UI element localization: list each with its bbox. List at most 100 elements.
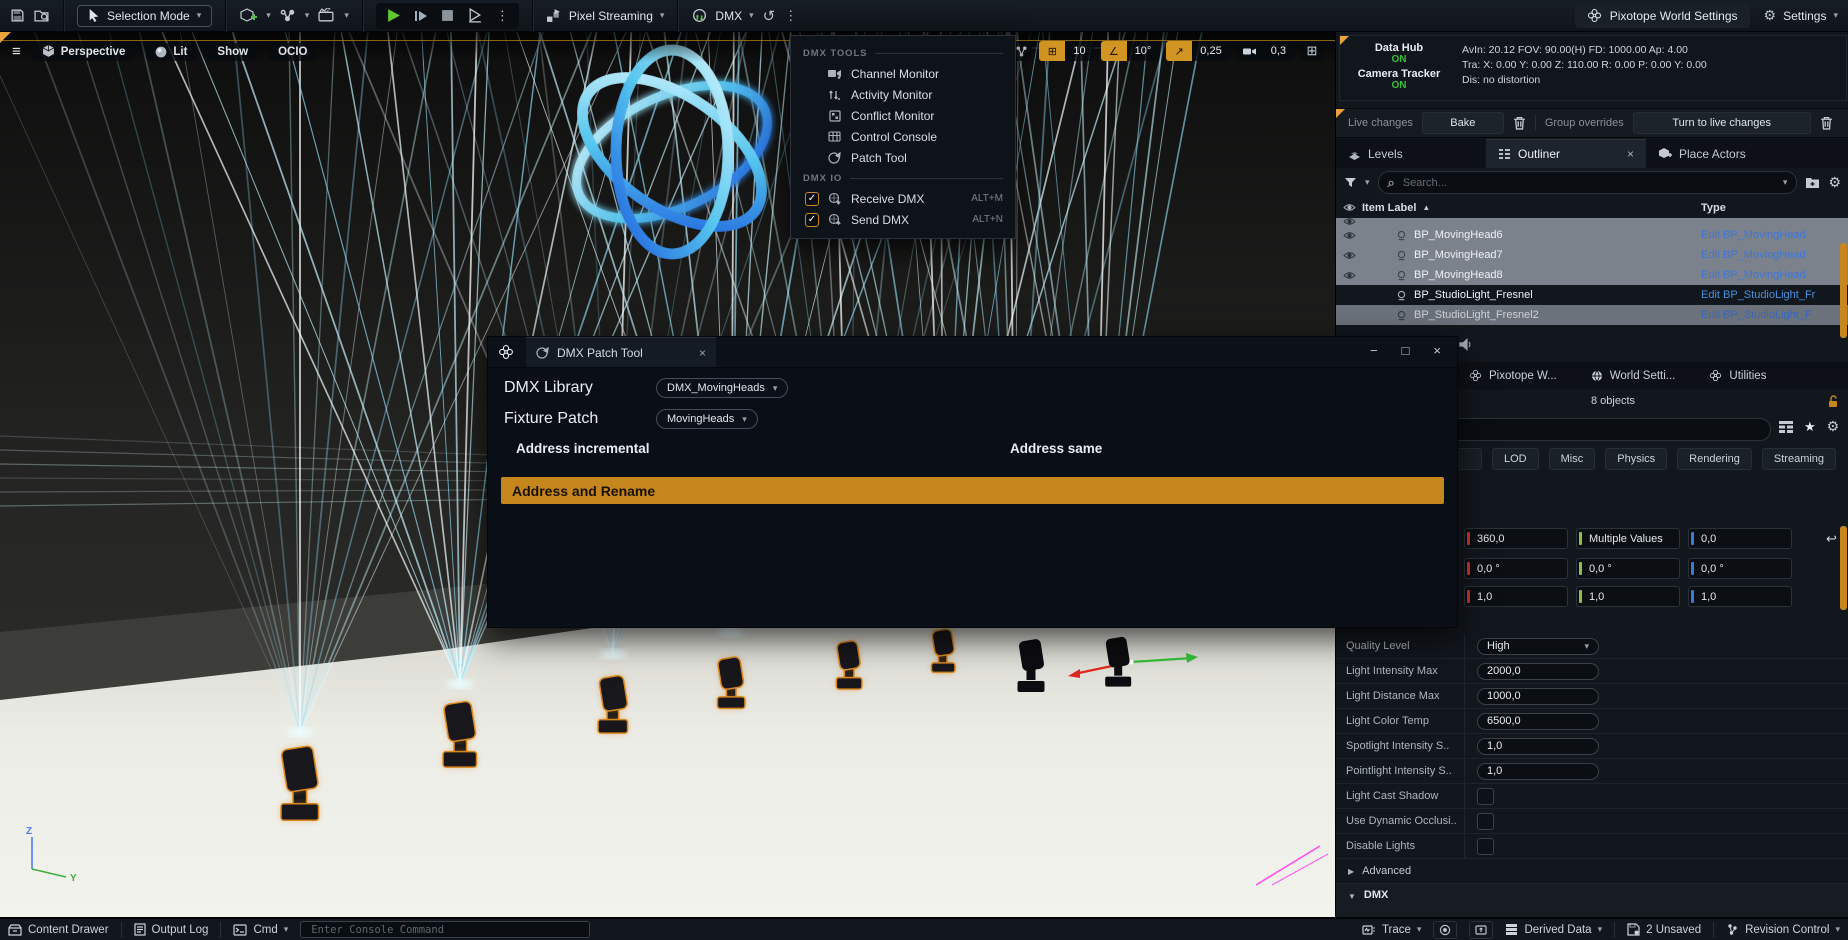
row-type-link[interactable]: Edit BP_StudioLight_Fr <box>1701 289 1833 301</box>
trash-icon[interactable] <box>1820 116 1833 130</box>
menu-item-receive-dmx[interactable]: ✓ Receive DMX ALT+M <box>791 188 1015 209</box>
outliner-search-input[interactable] <box>1401 176 1777 190</box>
rotation-z-field[interactable]: 0,0 ° <box>1688 558 1792 579</box>
row-type-link[interactable]: Edit BP_MovingHead <box>1701 269 1833 281</box>
content-browser-icon[interactable] <box>34 8 50 23</box>
skip-icon[interactable] <box>414 9 428 23</box>
address-and-rename-button[interactable]: Address and Rename <box>501 477 1444 504</box>
lit-dropdown[interactable]: Lit <box>146 43 196 61</box>
reset-to-default-icon[interactable]: ↩ <box>1826 531 1837 547</box>
tab-utilities[interactable]: Utilities <box>1709 369 1766 382</box>
save-icon[interactable] <box>10 8 25 23</box>
moving-head-fixture[interactable] <box>1105 638 1131 687</box>
chevron-down-icon[interactable]: ▾ <box>344 11 349 20</box>
camera-speed-control[interactable]: 0,3 <box>1237 41 1294 61</box>
eye-icon[interactable] <box>1336 251 1362 260</box>
favorites-star-icon[interactable]: ★ <box>1804 419 1816 435</box>
stop-icon[interactable] <box>441 9 454 22</box>
rotation-snap-control[interactable]: ∠ 10° <box>1101 41 1160 61</box>
filter-chip-misc[interactable]: Misc <box>1549 448 1596 470</box>
selection-mode-dropdown[interactable]: Selection Mode ▾ <box>77 5 212 27</box>
unlock-icon[interactable] <box>1827 395 1839 408</box>
menu-item-patch-tool[interactable]: Patch Tool <box>791 147 1015 168</box>
turn-to-live-changes-button[interactable]: Turn to live changes <box>1633 112 1811 134</box>
tab-close-icon[interactable]: × <box>1627 147 1634 161</box>
trash-icon[interactable] <box>1513 116 1526 130</box>
speaker-icon[interactable] <box>1459 338 1473 351</box>
scale-x-field[interactable]: 1,0 <box>1464 586 1568 607</box>
outliner-search[interactable]: ⌕ ▾ <box>1378 171 1798 194</box>
rotation-x-field[interactable]: 0,0 ° <box>1464 558 1568 579</box>
scale-snap-control[interactable]: ↗ 0,25 <box>1166 41 1229 61</box>
add-actor-icon[interactable] <box>239 8 257 24</box>
blueprints-icon[interactable] <box>280 8 296 23</box>
spotlight-intensity-field[interactable]: 1,0 <box>1477 738 1599 755</box>
receive-dmx-checkbox[interactable]: ✓ <box>805 192 819 206</box>
ocio-dropdown[interactable]: OCIO <box>269 43 316 61</box>
light-color-temp-field[interactable]: 6500,0 <box>1477 713 1599 730</box>
filter-chip-physics[interactable]: Physics <box>1605 448 1667 470</box>
item-label-column-header[interactable]: Item Label <box>1362 202 1416 214</box>
filter-icon[interactable] <box>1344 177 1357 189</box>
viewport-menu-icon[interactable]: ≡ <box>12 43 21 60</box>
moving-head-fixture-selected[interactable] <box>932 631 954 672</box>
tab-outliner[interactable]: Outliner × <box>1486 139 1646 168</box>
moving-head-fixture-selected[interactable] <box>282 748 318 819</box>
show-dropdown[interactable]: Show <box>208 43 257 61</box>
filter-chip-streaming[interactable]: Streaming <box>1762 448 1836 470</box>
moving-head-fixture-selected[interactable] <box>837 642 861 688</box>
dmx-library-dropdown[interactable]: DMX_MovingHeads ▾ <box>656 378 788 398</box>
send-dmx-checkbox[interactable]: ✓ <box>805 213 819 227</box>
patch-window-header[interactable]: DMX Patch Tool × − □ × <box>488 337 1457 368</box>
dmx-section-header[interactable]: ▼ DMX <box>1336 884 1848 917</box>
row-type-link[interactable]: Edit BP_StudioLight_F <box>1701 309 1833 321</box>
moving-head-fixture-selected[interactable] <box>444 703 476 766</box>
grid-snap-control[interactable]: ⊞ 10 <box>1039 41 1093 61</box>
menu-item-control-console[interactable]: Control Console <box>791 126 1015 147</box>
address-same-button[interactable]: Address same <box>1010 441 1102 456</box>
table-row[interactable]: BP_StudioLight_Fresnel2 Edit BP_StudioLi… <box>1336 305 1848 325</box>
play-icon[interactable] <box>386 8 401 23</box>
tab-pixotope-world[interactable]: Pixotope W... <box>1469 369 1557 382</box>
location-y-field[interactable]: Multiple Values <box>1576 528 1680 549</box>
menu-item-send-dmx[interactable]: ✓ Send DMX ALT+N <box>791 209 1015 230</box>
moving-head-fixture-selected[interactable] <box>718 659 744 708</box>
play-options-kebab-icon[interactable]: ⋮ <box>496 8 509 24</box>
patch-tool-tab[interactable]: DMX Patch Tool × <box>526 337 716 367</box>
row-type-link[interactable]: Edit BP_MovingHead <box>1701 249 1833 261</box>
table-row[interactable]: BP_MovingHead7 Edit BP_MovingHead <box>1336 245 1848 265</box>
outliner-settings-gear-icon[interactable]: ⚙ <box>1828 174 1841 191</box>
table-row[interactable]: BP_StudioLight_Fresnel Edit BP_StudioLig… <box>1336 285 1848 305</box>
scale-z-field[interactable]: 1,0 <box>1688 586 1792 607</box>
tab-close-icon[interactable]: × <box>699 346 706 360</box>
chevron-down-icon[interactable]: ▾ <box>1783 178 1788 187</box>
quality-level-dropdown[interactable]: High▾ <box>1477 638 1599 655</box>
cinematics-icon[interactable] <box>318 8 335 23</box>
content-drawer-button[interactable]: Content Drawer <box>8 923 109 936</box>
moving-head-fixture[interactable] <box>1018 640 1045 692</box>
light-intensity-max-field[interactable]: 2000,0 <box>1477 663 1599 680</box>
moving-head-fixture-selected[interactable] <box>599 677 627 732</box>
outliner-scrollbar[interactable] <box>1840 243 1847 338</box>
trace-dropdown[interactable]: Trace ▾ <box>1362 924 1422 936</box>
recompile-icon[interactable]: ↺ <box>763 7 776 25</box>
location-x-field[interactable]: 360,0 <box>1464 528 1568 549</box>
toolbar-kebab-icon[interactable]: ⋮ <box>784 8 797 24</box>
rotation-y-field[interactable]: 0,0 ° <box>1576 558 1680 579</box>
bake-button[interactable]: Bake <box>1422 112 1504 134</box>
details-settings-gear-icon[interactable]: ⚙ <box>1827 418 1840 435</box>
tab-world-settings[interactable]: World Setti... <box>1591 370 1676 382</box>
address-incremental-button[interactable]: Address incremental <box>516 441 650 456</box>
settings-dropdown[interactable]: ⚙ Settings ▾ <box>1764 7 1838 24</box>
menu-item-channel-monitor[interactable]: Channel Monitor <box>791 63 1015 84</box>
details-scrollbar[interactable] <box>1840 526 1847 610</box>
use-dynamic-occlusion-checkbox[interactable] <box>1477 813 1494 830</box>
quad-view-icon[interactable]: ⊞ <box>1301 41 1323 61</box>
cmd-dropdown[interactable]: Cmd ▾ <box>233 924 288 936</box>
console-command-input[interactable] <box>309 923 581 937</box>
close-icon[interactable]: × <box>1433 343 1441 358</box>
eye-icon[interactable] <box>1336 271 1362 280</box>
tab-place-actors[interactable]: Place Actors <box>1646 139 1848 168</box>
minimize-icon[interactable]: − <box>1370 343 1378 358</box>
light-distance-max-field[interactable]: 1000,0 <box>1477 688 1599 705</box>
